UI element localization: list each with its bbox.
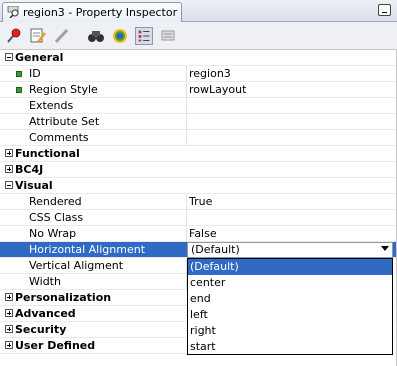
property-row-region-style[interactable]: Region Style rowLayout (0, 82, 396, 98)
dropdown-arrow-icon[interactable] (381, 246, 389, 251)
property-name: Extends (29, 99, 74, 112)
edit-properties-icon[interactable] (29, 27, 47, 45)
dropdown-option[interactable]: center (188, 275, 392, 291)
property-row-horizontal-alignment[interactable]: Horizontal Alignment (Default) (0, 242, 396, 258)
select-value: (Default) (191, 243, 240, 256)
find-icon[interactable] (87, 27, 105, 45)
category-visual[interactable]: Visual (0, 178, 396, 194)
category-label: BC4J (15, 163, 44, 176)
property-inspector-window: region3 - Property Inspector General ID … (0, 0, 397, 366)
category-functional[interactable]: Functional (0, 146, 396, 162)
window-title: region3 - Property Inspector (23, 6, 178, 19)
category-label: General (15, 51, 64, 64)
collapse-icon[interactable] (5, 181, 13, 189)
expand-icon[interactable] (5, 325, 13, 333)
minimize-button[interactable] (378, 4, 391, 16)
category-label: Personalization (15, 291, 112, 304)
expand-icon[interactable] (5, 149, 13, 157)
category-bc4j[interactable]: BC4J (0, 162, 396, 178)
category-label: Advanced (15, 307, 76, 320)
expand-icon[interactable] (5, 341, 13, 349)
property-row-id[interactable]: ID region3 (0, 66, 396, 82)
property-value[interactable]: True (189, 195, 212, 208)
property-row-attribute-set[interactable]: Attribute Set (0, 114, 396, 130)
dropdown-option[interactable]: end (188, 291, 392, 307)
expand-icon[interactable] (5, 309, 13, 317)
property-row-rendered[interactable]: Rendered True (0, 194, 396, 210)
dropdown-option[interactable]: (Default) (188, 259, 392, 275)
property-name: Comments (29, 131, 89, 144)
dropdown-option[interactable]: left (188, 307, 392, 323)
color-sync-icon[interactable] (111, 27, 129, 45)
title-bar: region3 - Property Inspector (0, 0, 397, 22)
property-value[interactable]: False (189, 227, 217, 240)
alignment-dropdown-list: (Default) center end left right start (187, 258, 393, 355)
category-label: Security (15, 323, 67, 336)
property-row-comments[interactable]: Comments (0, 130, 396, 146)
property-inspector-tab[interactable]: region3 - Property Inspector (2, 2, 182, 22)
property-row-css-class[interactable]: CSS Class (0, 210, 396, 226)
category-label: User Defined (15, 339, 96, 352)
toolbar (0, 22, 397, 50)
xml-magnifier-icon (7, 6, 19, 18)
property-name: ID (29, 67, 41, 80)
property-row-extends[interactable]: Extends (0, 98, 396, 114)
expand-icon[interactable] (5, 165, 13, 173)
property-value[interactable]: region3 (189, 67, 231, 80)
category-label: Functional (15, 147, 80, 160)
tab-view-icon[interactable] (159, 27, 177, 45)
property-name: Rendered (29, 195, 82, 208)
dropdown-option[interactable]: start (188, 339, 392, 355)
property-value[interactable]: rowLayout (189, 83, 246, 96)
required-bullet-icon (16, 71, 22, 77)
expand-icon[interactable] (5, 293, 13, 301)
property-name: Horizontal Alignment (29, 243, 146, 256)
horizontal-alignment-select[interactable]: (Default) (187, 242, 393, 258)
pencil-icon[interactable] (53, 27, 71, 45)
property-name: Attribute Set (29, 115, 100, 128)
dropdown-option[interactable]: right (188, 323, 392, 339)
required-bullet-icon (16, 87, 22, 93)
property-name: No Wrap (29, 227, 77, 240)
property-name: Region Style (29, 83, 98, 96)
category-general[interactable]: General (0, 50, 396, 66)
category-label: Visual (15, 179, 53, 192)
property-row-no-wrap[interactable]: No Wrap False (0, 226, 396, 242)
property-name: CSS Class (29, 211, 84, 224)
pin-icon[interactable] (5, 27, 23, 45)
collapse-icon[interactable] (5, 53, 13, 61)
categories-view-icon[interactable] (135, 27, 153, 45)
property-name: Vertical Aligment (29, 259, 124, 272)
property-name: Width (29, 275, 61, 288)
